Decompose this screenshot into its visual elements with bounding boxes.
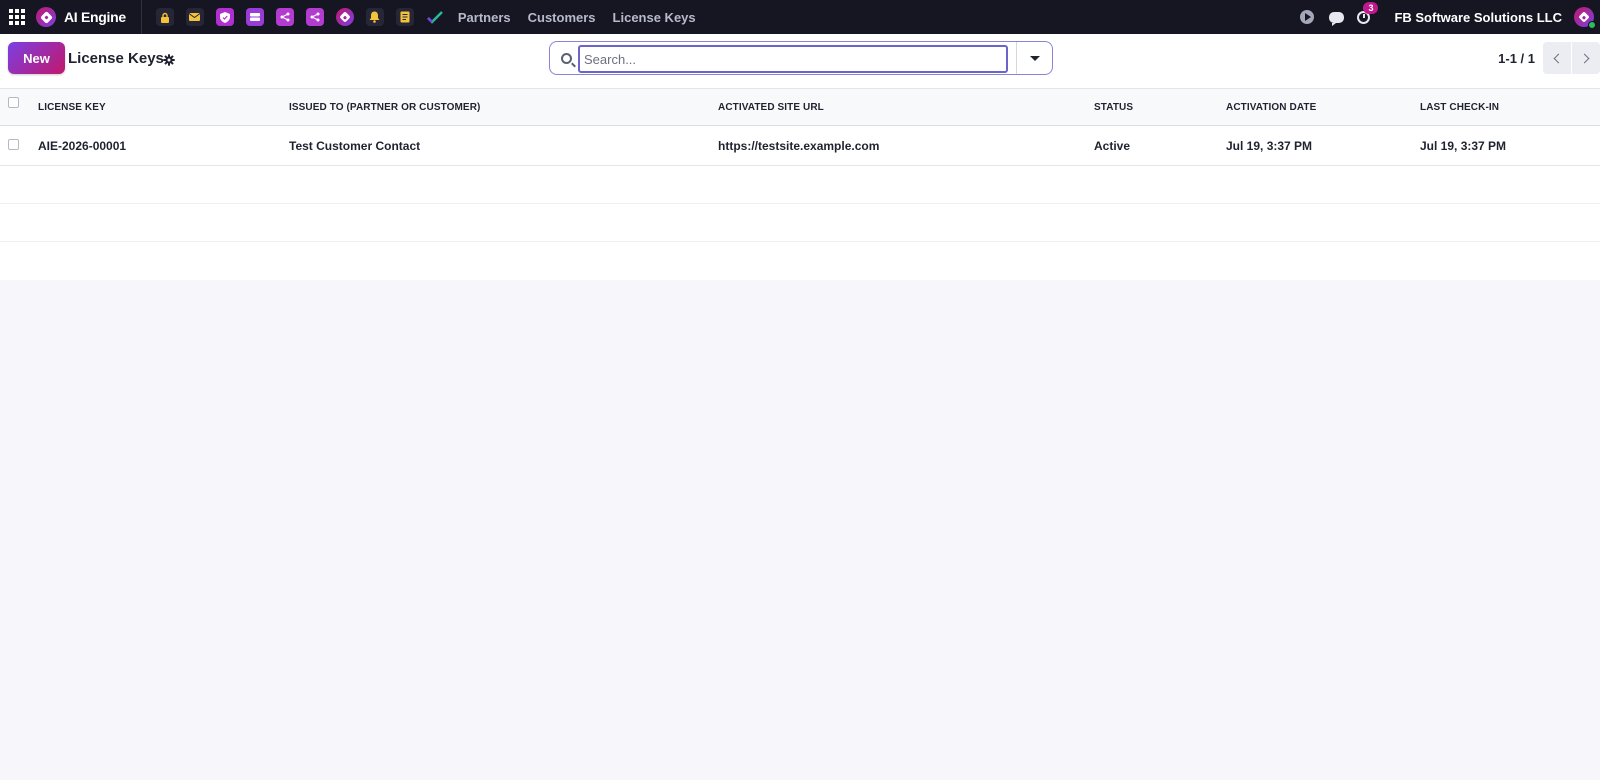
play-button[interactable] [1298,8,1316,26]
share-icon[interactable] [305,8,324,26]
column-header-license-key[interactable]: LICENSE KEY [38,102,106,113]
search-icon [561,53,572,64]
share-icon[interactable] [275,8,294,26]
control-panel: New License Keys 1-1 / 1 [0,34,1600,88]
table-header: LICENSE KEY ISSUED TO (PARTNER OR CUSTOM… [0,88,1600,126]
table-row[interactable]: AIE-2026-00001 Test Customer Contact htt… [0,126,1600,166]
nav-links: Partners Customers License Keys [458,10,696,25]
nav-link-customers[interactable]: Customers [528,10,596,25]
empty-row [0,204,1600,242]
bell-icon[interactable] [365,8,384,26]
check-icon[interactable] [426,8,444,26]
server-icon[interactable] [245,8,264,26]
empty-row [0,166,1600,204]
nav-link-license-keys[interactable]: License Keys [613,10,696,25]
column-header-site-url[interactable]: ACTIVATED SITE URL [718,102,824,113]
page-title: License Keys [68,50,164,67]
search-options-toggle[interactable] [1016,42,1053,74]
note-icon[interactable] [395,8,414,26]
brand-logo-icon [36,7,56,27]
cell-status: Active [1094,139,1131,153]
pager-value[interactable]: 1-1 / 1 [1498,51,1535,66]
mail-icon[interactable] [185,8,204,26]
search-bar [549,41,1053,75]
cell-activation-date: Jul 19, 3:37 PM [1226,139,1313,153]
quick-icons [155,8,444,26]
select-all-checkbox[interactable] [8,97,19,108]
column-header-last-checkin[interactable]: LAST CHECK-IN [1420,102,1499,113]
cell-site-url: https://testsite.example.com [718,139,880,153]
chevron-right-icon [1579,53,1590,63]
chat-icon [1328,11,1344,26]
notification-badge: 3 [1363,2,1379,14]
cell-issued-to: Test Customer Contact [289,139,421,153]
cell-last-checkin: Jul 19, 3:37 PM [1420,139,1507,153]
nav-link-partners[interactable]: Partners [458,10,511,25]
online-status-icon [1588,21,1596,29]
caret-down-icon [1030,55,1040,61]
shield-icon[interactable] [215,8,234,26]
cell-license-key: AIE-2026-00001 [38,139,127,153]
gear-icon[interactable] [163,54,175,66]
empty-row [0,242,1600,280]
diamond-logo-icon[interactable] [335,8,354,26]
navbar-right: 3 FB Software Solutions LLC [1290,0,1600,34]
column-header-status[interactable]: STATUS [1094,102,1133,113]
chevron-left-icon [1553,53,1564,63]
activities-button[interactable]: 3 [1354,2,1379,26]
brand-name: AI Engine [64,9,126,25]
navbar-left: AI Engine Partners Customers License Key… [0,0,696,34]
apps-menu-button[interactable] [0,0,34,34]
top-navbar: AI Engine Partners Customers License Key… [0,0,1600,34]
company-switcher[interactable]: FB Software Solutions LLC [1394,10,1562,25]
grid-icon [9,9,25,25]
user-avatar[interactable] [1574,7,1596,29]
new-button[interactable]: New [8,42,65,74]
pager-previous-button[interactable] [1543,42,1571,74]
play-icon [1300,10,1315,24]
brand[interactable]: AI Engine [34,0,142,34]
pager-next-button[interactable] [1572,42,1600,74]
pager: 1-1 / 1 [1498,42,1600,74]
search-input[interactable] [578,45,1008,73]
row-checkbox[interactable] [8,139,19,150]
messages-button[interactable] [1327,8,1345,26]
license-keys-table: LICENSE KEY ISSUED TO (PARTNER OR CUSTOM… [0,88,1600,280]
column-header-activation-date[interactable]: ACTIVATION DATE [1226,102,1316,113]
column-header-issued-to[interactable]: ISSUED TO (PARTNER OR CUSTOMER) [289,102,480,113]
lock-icon[interactable] [155,8,174,26]
